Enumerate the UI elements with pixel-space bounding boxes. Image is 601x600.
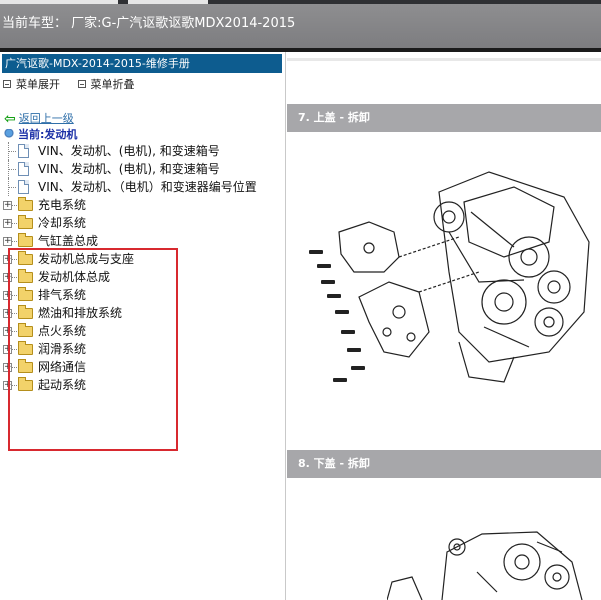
tree-document-item[interactable]: VIN、发动机、(电机), 和变速箱号 [0, 160, 285, 178]
tree-document-item[interactable]: VIN、发动机、（电机）和变速器编号位置 [0, 178, 285, 196]
menu-actions: 菜单展开 菜单折叠 [3, 76, 149, 92]
folder-icon [18, 215, 33, 229]
expand-toggle-icon[interactable]: + [3, 345, 12, 354]
back-arrow-icon[interactable]: ⇦ [4, 111, 16, 127]
expand-menu-label: 菜单展开 [16, 78, 60, 91]
content-pane: 7. 上盖 - 拆卸 8. 下盖 - 拆卸 [287, 52, 601, 600]
document-label: VIN、发动机、(电机), 和变速箱号 [38, 144, 220, 158]
tree-folder-cooling[interactable]: + 冷却系统 [0, 214, 280, 232]
folder-icon [18, 305, 33, 319]
document-label: VIN、发动机、(电机), 和变速箱号 [38, 162, 220, 176]
folder-label: 点火系统 [38, 324, 87, 338]
collapse-menu-button[interactable]: 菜单折叠 [77, 78, 135, 91]
folder-label: 润滑系统 [38, 342, 87, 356]
folder-icon [18, 197, 33, 211]
expand-toggle-icon[interactable]: + [3, 219, 12, 228]
tree-folder-charging[interactable]: + 充电系统 [0, 196, 280, 214]
tree-document-item[interactable]: VIN、发动机、(电机), 和变速箱号 [0, 142, 285, 160]
folder-icon [18, 359, 33, 373]
vehicle-label: 当前车型： 厂家:G-广汽讴歌讴歌MDX2014-2015 [2, 16, 296, 31]
expand-toggle-icon[interactable]: + [3, 309, 12, 318]
back-link-row: ⇦ 返回上一级 [4, 110, 74, 127]
engine-lower-cover-illustration [387, 531, 583, 600]
folder-label: 发动机体总成 [38, 270, 111, 284]
folder-icon [18, 287, 33, 301]
collapse-menu-label: 菜单折叠 [90, 78, 135, 91]
document-list: VIN、发动机、(电机), 和变速箱号 VIN、发动机、(电机), 和变速箱号 … [0, 142, 285, 196]
folder-label: 冷却系统 [38, 216, 87, 230]
tree-folder-engine-assembly[interactable]: + 发动机总成与支座 [0, 250, 280, 268]
folder-label: 发动机总成与支座 [38, 252, 135, 266]
folder-icon [18, 341, 33, 355]
expand-toggle-icon[interactable]: + [3, 381, 12, 390]
section-title: 7. 上盖 - 拆卸 [287, 104, 601, 132]
expand-toggle-icon[interactable]: + [3, 255, 12, 264]
folder-icon [18, 269, 33, 283]
folder-label: 网络通信 [38, 360, 87, 374]
current-node-label: 当前:发动机 [18, 128, 78, 141]
section-title: 8. 下盖 - 拆卸 [287, 450, 601, 478]
document-icon [18, 180, 29, 194]
manual-title: 广汽讴歌-MDX-2014-2015-维修手册 [2, 54, 282, 73]
expand-toggle-icon[interactable]: + [3, 363, 12, 372]
folder-label: 气缸盖总成 [38, 234, 99, 248]
tree-folder-fuel-emission[interactable]: + 燃油和排放系统 [0, 304, 280, 322]
tree-folder-ignition[interactable]: + 点火系统 [0, 322, 280, 340]
header-bar: 当前车型： 厂家:G-广汽讴歌讴歌MDX2014-2015 [0, 4, 601, 48]
tree-folder-cylinder-head[interactable]: + 气缸盖总成 [0, 232, 280, 250]
folder-label: 起动系统 [38, 378, 87, 392]
collapse-icon [77, 80, 86, 88]
expand-menu-button[interactable]: 菜单展开 [3, 78, 60, 91]
expand-icon [3, 80, 11, 88]
engine-upper-cover-illustration [309, 171, 590, 383]
document-icon [18, 162, 29, 176]
tree-folder-engine-block[interactable]: + 发动机体总成 [0, 268, 280, 286]
folder-icon [18, 233, 33, 247]
folder-label: 排气系统 [38, 288, 87, 302]
folder-list: + 充电系统 + 冷却系统 + 气缸盖总成 + 发动机总成与支座 + 发动机体总成 + 排气… [0, 196, 280, 394]
tree-folder-exhaust[interactable]: + 排气系统 [0, 286, 280, 304]
expand-toggle-icon[interactable]: + [3, 273, 12, 282]
folder-icon [18, 377, 33, 391]
current-node-icon [4, 129, 14, 141]
current-node: 当前:发动机 [4, 126, 77, 142]
document-label: VIN、发动机、（电机）和变速器编号位置 [38, 180, 257, 194]
folder-label: 充电系统 [38, 198, 87, 212]
content-divider [287, 58, 601, 61]
expand-toggle-icon[interactable]: + [3, 201, 12, 210]
expand-toggle-icon[interactable]: + [3, 291, 12, 300]
tree-folder-network[interactable]: + 网络通信 [0, 358, 280, 376]
folder-label: 燃油和排放系统 [38, 306, 123, 320]
folder-icon [18, 251, 33, 265]
tree-folder-lubrication[interactable]: + 润滑系统 [0, 340, 280, 358]
back-link[interactable]: 返回上一级 [19, 112, 74, 125]
navigation-pane: 广汽讴歌-MDX-2014-2015-维修手册 菜单展开 菜单折叠 ⇦ 返回上一级… [0, 52, 286, 600]
expand-toggle-icon[interactable]: + [3, 237, 12, 246]
expand-toggle-icon[interactable]: + [3, 327, 12, 336]
folder-icon [18, 323, 33, 337]
document-icon [18, 144, 29, 158]
tree-folder-starting[interactable]: + 起动系统 [0, 376, 280, 394]
